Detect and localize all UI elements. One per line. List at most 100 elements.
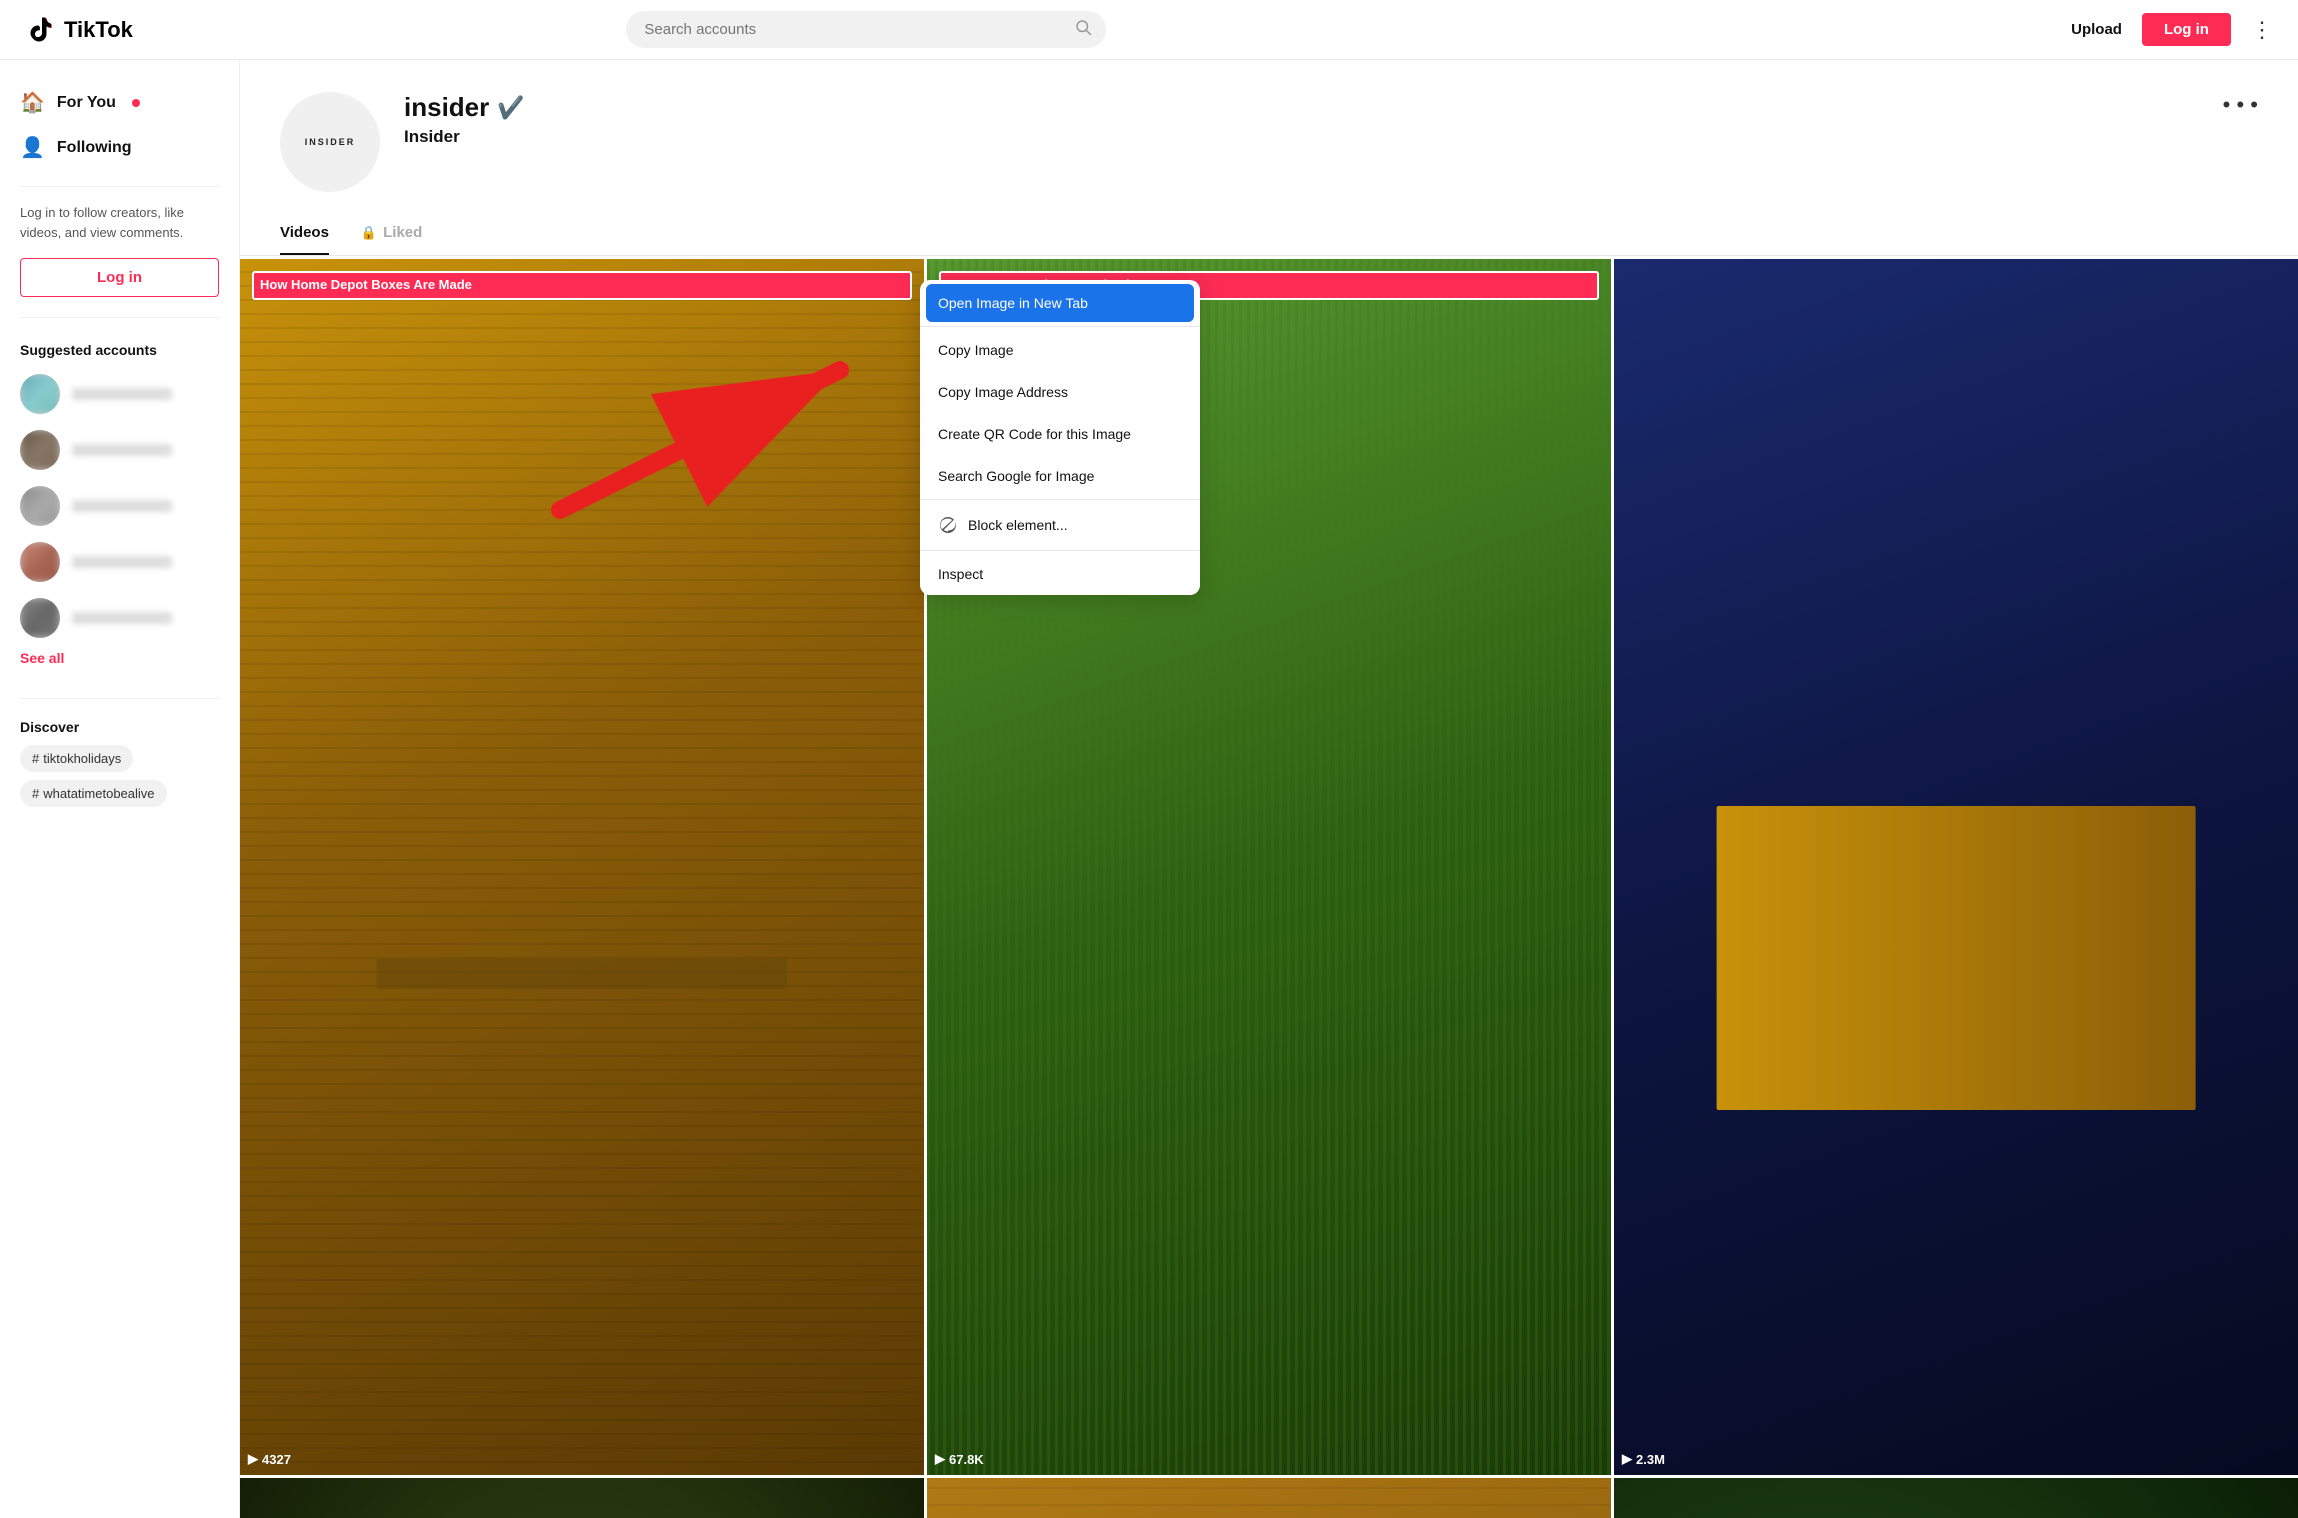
sidebar-item-following[interactable]: 👤 Following <box>0 125 239 170</box>
video-play-count-2: ▶ 67.8K <box>935 1451 984 1467</box>
suggested-account-2[interactable] <box>0 422 239 478</box>
video-play-count-3: ▶ 2.3M <box>1622 1451 1665 1467</box>
profile-name-row: insider ✔️ <box>404 92 2258 123</box>
copy-image-label: Copy Image <box>938 342 1013 358</box>
hashtag-chips: # tiktokholidays # whatatimetobealive <box>20 745 219 807</box>
sidebar-nav: 🏠 For You 👤 Following <box>0 80 239 170</box>
sidebar-divider <box>20 186 219 187</box>
play-icon-2: ▶ <box>935 1451 945 1467</box>
video-thumb-4[interactable] <box>240 1478 924 1518</box>
account-name-4 <box>72 556 172 568</box>
context-menu-copy-image[interactable]: Copy Image <box>920 329 1200 371</box>
more-options-button[interactable]: ⋮ <box>2251 17 2274 43</box>
lock-icon: 🔒 <box>361 225 377 241</box>
video-thumb-3[interactable]: ▶ 2.3M <box>1614 259 2298 1475</box>
tab-videos-label: Videos <box>280 224 329 241</box>
tab-videos[interactable]: Videos <box>280 212 329 255</box>
suggested-account-4[interactable] <box>0 534 239 590</box>
insider-logo-text: INSIDER <box>305 137 356 147</box>
hashtag-label-1: tiktokholidays <box>43 751 121 766</box>
context-menu-block-element[interactable]: Block element... <box>920 502 1200 548</box>
context-menu-inspect[interactable]: Inspect <box>920 553 1200 595</box>
context-menu-divider-3 <box>920 550 1200 551</box>
play-count-3: 2.3M <box>1636 1452 1665 1467</box>
profile-more-button[interactable]: • • • <box>2223 92 2258 118</box>
sidebar: 🏠 For You 👤 Following Log in to follow c… <box>0 60 240 1518</box>
home-icon: 🏠 <box>20 90 45 115</box>
avatar-5 <box>20 598 60 638</box>
discover-section: Discover # tiktokholidays # whatatimetob… <box>0 715 239 811</box>
sidebar-item-for-you[interactable]: 🏠 For You <box>0 80 239 125</box>
sidebar-for-you-label: For You <box>57 94 116 112</box>
play-count-1: 4327 <box>262 1452 291 1467</box>
sidebar-login-prompt: Log in to follow creators, like videos, … <box>0 203 239 242</box>
profile-username: insider <box>404 92 489 123</box>
profile-tabs: Videos 🔒 Liked <box>240 212 2298 256</box>
video-thumb-6[interactable] <box>1614 1478 2298 1518</box>
account-name-2 <box>72 444 172 456</box>
suggested-account-3[interactable] <box>0 478 239 534</box>
profile-info: insider ✔️ Insider <box>404 92 2258 159</box>
see-all-button[interactable]: See all <box>0 646 239 682</box>
sidebar-divider-3 <box>20 698 219 699</box>
tiktok-logo-icon <box>24 14 56 46</box>
video-thumb-1[interactable]: How Home Depot Boxes Are Made ▶ 4327 <box>240 259 924 1475</box>
main-layout: 🏠 For You 👤 Following Log in to follow c… <box>0 60 2298 1518</box>
profile-avatar: INSIDER <box>280 92 380 192</box>
open-image-label: Open Image in New Tab <box>938 295 1088 311</box>
header-login-button[interactable]: Log in <box>2142 13 2231 46</box>
context-menu: Open Image in New Tab Copy Image Copy Im… <box>920 280 1200 595</box>
account-name-1 <box>72 388 172 400</box>
content-area: INSIDER insider ✔️ Insider • • • Videos … <box>240 60 2298 1518</box>
hashtag-label-2: whatatimetobealive <box>43 786 154 801</box>
notification-dot <box>132 99 140 107</box>
avatar-3 <box>20 486 60 526</box>
logo[interactable]: TikTok <box>24 14 144 46</box>
context-menu-divider-2 <box>920 499 1200 500</box>
video-label-1: How Home Depot Boxes Are Made <box>252 271 912 300</box>
play-icon-1: ▶ <box>248 1451 258 1467</box>
hash-icon-2: # <box>32 786 39 801</box>
search-icon[interactable] <box>1074 18 1092 41</box>
verified-badge-icon: ✔️ <box>497 95 524 121</box>
suggested-account-1[interactable] <box>0 366 239 422</box>
upload-button[interactable]: Upload <box>2071 21 2122 38</box>
search-google-label: Search Google for Image <box>938 468 1094 484</box>
hashtag-chip-2[interactable]: # whatatimetobealive <box>20 780 167 807</box>
create-qr-label: Create QR Code for this Image <box>938 426 1131 442</box>
suggested-accounts-title: Suggested accounts <box>0 334 239 366</box>
suggested-account-5[interactable] <box>0 590 239 646</box>
logo-text: TikTok <box>64 17 133 43</box>
context-menu-divider-1 <box>920 326 1200 327</box>
avatar-2 <box>20 430 60 470</box>
search-bar <box>626 11 1106 48</box>
block-element-icon <box>938 515 958 535</box>
hashtag-chip-1[interactable]: # tiktokholidays <box>20 745 133 772</box>
block-element-label: Block element... <box>968 517 1068 533</box>
header: TikTok Upload Log in ⋮ <box>0 0 2298 60</box>
context-menu-open-image[interactable]: Open Image in New Tab <box>926 284 1194 322</box>
search-input[interactable] <box>626 11 1106 48</box>
tab-liked[interactable]: 🔒 Liked <box>361 212 422 255</box>
profile-header: INSIDER insider ✔️ Insider • • • <box>240 60 2298 212</box>
avatar-4 <box>20 542 60 582</box>
video-play-count-1: ▶ 4327 <box>248 1451 291 1467</box>
sidebar-divider-2 <box>20 317 219 318</box>
context-menu-create-qr[interactable]: Create QR Code for this Image <box>920 413 1200 455</box>
account-name-5 <box>72 612 172 624</box>
avatar-1 <box>20 374 60 414</box>
play-icon-3: ▶ <box>1622 1451 1632 1467</box>
videos-grid: How Home Depot Boxes Are Made ▶ 4327 Lux… <box>240 256 2298 1518</box>
copy-image-address-label: Copy Image Address <box>938 384 1068 400</box>
video-thumb-5[interactable] <box>927 1478 1611 1518</box>
account-name-3 <box>72 500 172 512</box>
tab-liked-label: Liked <box>383 224 422 241</box>
sidebar-following-label: Following <box>57 139 132 157</box>
hash-icon-1: # <box>32 751 39 766</box>
context-menu-search-google[interactable]: Search Google for Image <box>920 455 1200 497</box>
play-count-2: 67.8K <box>949 1452 984 1467</box>
profile-display-name: Insider <box>404 127 2258 147</box>
context-menu-copy-image-address[interactable]: Copy Image Address <box>920 371 1200 413</box>
sidebar-login-button[interactable]: Log in <box>20 258 219 297</box>
header-right: Upload Log in ⋮ <box>2071 13 2274 46</box>
